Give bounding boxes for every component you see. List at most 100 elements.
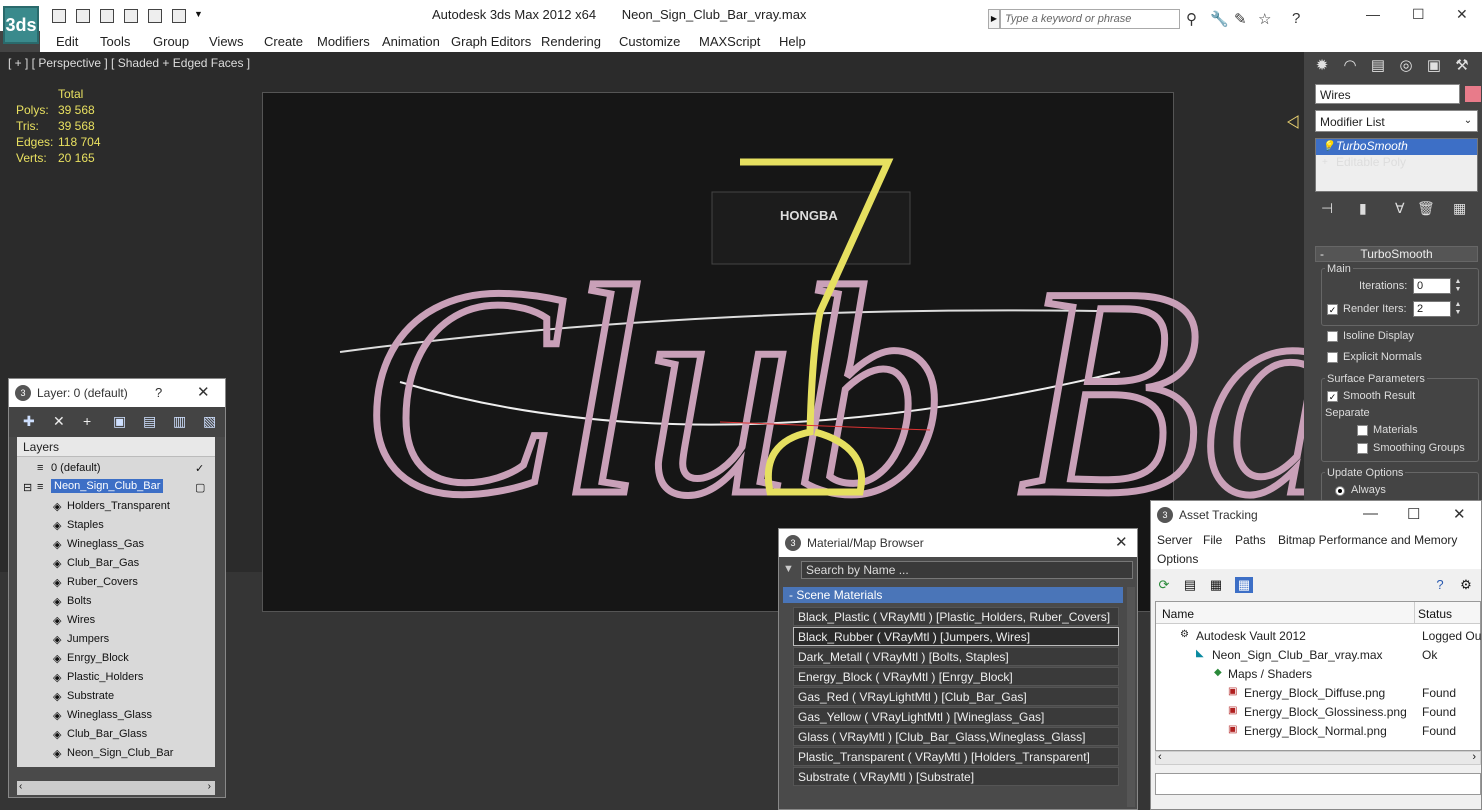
add-to-layer-icon[interactable]: + — [83, 413, 91, 429]
menu-rendering[interactable]: Rendering — [541, 34, 601, 49]
help-icon[interactable]: ? — [1292, 10, 1300, 27]
table-row[interactable]: ▣ Energy_Block_Diffuse.png Found — [1156, 683, 1482, 702]
menu-maxscript[interactable]: MAXScript — [699, 34, 760, 49]
menu-file[interactable]: File — [1203, 533, 1222, 547]
minimize-icon[interactable]: — — [1363, 505, 1378, 522]
table-row[interactable]: ▣ Energy_Block_Normal.png Found — [1156, 721, 1482, 740]
layer-row-default[interactable]: ≡ 0 (default) ✓ — [17, 459, 215, 478]
asset-path-field[interactable] — [1155, 773, 1481, 795]
horizontal-scrollbar[interactable]: ‹ › — [1155, 751, 1481, 765]
table-row[interactable]: ▣ Energy_Block_Glossiness.png Found — [1156, 702, 1482, 721]
vertical-scrollbar[interactable] — [1127, 587, 1135, 807]
project-folder-icon[interactable] — [172, 9, 186, 23]
app-logo[interactable]: 3ds — [3, 6, 39, 44]
close-icon[interactable]: ✕ — [197, 383, 210, 401]
create-tab-icon[interactable]: ✹ — [1311, 56, 1333, 78]
make-unique-icon[interactable]: ∀ — [1395, 200, 1405, 217]
pin-stack-icon[interactable]: ⊣ — [1321, 200, 1333, 217]
settings-icon[interactable]: ⚙ — [1457, 577, 1475, 593]
freeze-all-icon[interactable]: ▧ — [203, 413, 216, 430]
redo-icon[interactable] — [148, 9, 162, 23]
table-row[interactable]: ◣ Neon_Sign_Club_Bar_vray.max Ok — [1156, 645, 1482, 664]
material-browser-titlebar[interactable]: 3 Material/Map Browser ✕ — [779, 529, 1137, 557]
minimize-icon[interactable]: — — [1366, 6, 1380, 22]
help-button[interactable]: ? — [155, 385, 162, 400]
menu-views[interactable]: Views — [209, 34, 243, 49]
undo-icon[interactable] — [124, 9, 138, 23]
select-objects-icon[interactable]: ▣ — [113, 413, 126, 430]
render-iters-checkbox[interactable]: ✓ — [1327, 304, 1338, 315]
always-radio[interactable] — [1335, 486, 1345, 496]
lightbulb-icon[interactable]: 💡 — [1322, 141, 1334, 152]
layer-row-neon-sign[interactable]: ⊟ ≡ Neon_Sign_Club_Bar ▢ — [17, 478, 215, 497]
hierarchy-tab-icon[interactable]: ▤ — [1367, 56, 1389, 78]
scroll-left-icon[interactable]: ‹ — [1158, 751, 1162, 763]
menu-edit[interactable]: Edit — [56, 34, 78, 49]
menu-graph-editors[interactable]: Graph Editors — [451, 34, 531, 49]
column-header-status[interactable]: Status — [1418, 607, 1452, 621]
material-row[interactable]: Energy_Block ( VRayMtl ) [Enrgy_Block] — [793, 667, 1119, 686]
iterations-spinner-arrows[interactable]: ▲ ▼ — [1453, 278, 1463, 294]
scroll-right-icon[interactable]: › — [208, 781, 211, 792]
layers-column-header[interactable]: Layers — [17, 437, 215, 457]
utilities-tab-icon[interactable]: ⚒ — [1451, 56, 1473, 78]
scene-materials-header[interactable]: - Scene Materials — [783, 587, 1123, 603]
search-by-name-input[interactable]: Search by Name ... — [801, 561, 1133, 579]
horizontal-scrollbar[interactable]: ‹ › — [17, 781, 215, 795]
menu-server[interactable]: Server — [1157, 533, 1192, 547]
isoline-display-checkbox[interactable] — [1327, 331, 1338, 342]
render-iters-spinner[interactable]: 2 — [1413, 301, 1451, 317]
options-dropdown-icon[interactable]: ▼ — [783, 563, 794, 575]
material-row[interactable]: Dark_Metall ( VRayMtl ) [Bolts, Staples] — [793, 647, 1119, 666]
close-icon[interactable]: ✕ — [1456, 6, 1468, 23]
maximize-icon[interactable]: ☐ — [1407, 505, 1420, 523]
detail-view-icon[interactable]: ▦ — [1235, 577, 1253, 593]
quick-access-dropdown-icon[interactable]: ▼ — [194, 9, 204, 23]
smoothing-groups-checkbox[interactable] — [1357, 443, 1368, 454]
menu-options[interactable]: Options — [1157, 552, 1198, 566]
material-row[interactable]: Gas_Red ( VRayLightMtl ) [Club_Bar_Gas] — [793, 687, 1119, 706]
menu-bitmap-performance[interactable]: Bitmap Performance and Memory — [1278, 533, 1457, 547]
table-row[interactable]: ⚙ Autodesk Vault 2012 Logged Ou — [1156, 626, 1482, 645]
viewport-label[interactable]: [ + ] [ Perspective ] [ Shaded + Edged F… — [8, 56, 250, 70]
scroll-right-icon[interactable]: › — [1472, 751, 1476, 763]
display-tab-icon[interactable]: ▣ — [1423, 56, 1445, 78]
save-file-icon[interactable] — [100, 9, 114, 23]
close-icon[interactable]: ✕ — [1115, 533, 1128, 551]
list-view-icon[interactable]: ▤ — [1181, 577, 1199, 593]
remove-modifier-icon[interactable]: 🗑 — [1417, 200, 1435, 217]
refresh-icon[interactable]: ⟳ — [1155, 577, 1173, 593]
maximize-icon[interactable]: ☐ — [1412, 6, 1425, 23]
column-header-name[interactable]: Name — [1162, 607, 1194, 621]
configure-sets-icon[interactable]: ▦ — [1453, 200, 1466, 217]
render-iters-spinner-arrows[interactable]: ▲ ▼ — [1453, 301, 1463, 317]
iterations-spinner[interactable]: 0 — [1413, 278, 1451, 294]
table-row[interactable]: ◆ Maps / Shaders — [1156, 664, 1482, 683]
menu-modifiers[interactable]: Modifiers — [317, 34, 370, 49]
table-view-icon[interactable]: ▦ — [1207, 577, 1225, 593]
favorites-star-icon[interactable]: ☆ — [1258, 10, 1271, 28]
menu-paths[interactable]: Paths — [1235, 533, 1266, 547]
object-name-field[interactable]: Wires — [1315, 84, 1460, 104]
show-end-result-icon[interactable]: ▮ — [1359, 200, 1367, 217]
menu-tools[interactable]: Tools — [100, 34, 130, 49]
material-row[interactable]: Glass ( VRayMtl ) [Club_Bar_Glass,Winegl… — [793, 727, 1119, 746]
stack-item-turbosmooth[interactable]: 💡 TurboSmooth — [1316, 139, 1477, 155]
delete-layer-icon[interactable]: ✕ — [53, 413, 65, 430]
search-expand-icon[interactable]: ▶ — [988, 9, 1000, 29]
motion-tab-icon[interactable]: ◎ — [1395, 56, 1417, 78]
turbosmooth-rollout-header[interactable]: - TurboSmooth — [1315, 246, 1478, 262]
highlight-layer-icon[interactable]: ▤ — [143, 413, 156, 430]
layer-window-titlebar[interactable]: 3 Layer: 0 (default) ? ✕ — [9, 379, 225, 407]
collapse-minus-icon[interactable]: ⊟ — [23, 481, 32, 494]
menu-group[interactable]: Group — [153, 34, 189, 49]
open-file-icon[interactable] — [76, 9, 90, 23]
menu-help[interactable]: Help — [779, 34, 806, 49]
binoculars-icon[interactable]: ⚲ — [1186, 10, 1197, 28]
material-row[interactable]: Black_Plastic ( VRayMtl ) [Plastic_Holde… — [793, 607, 1119, 626]
expand-plus-icon[interactable]: + — [1322, 157, 1328, 168]
create-layer-icon[interactable]: ✚ — [23, 413, 35, 430]
help-about-icon[interactable]: ? — [1431, 577, 1449, 593]
modify-tab-icon[interactable]: ◠ — [1339, 56, 1361, 78]
new-file-icon[interactable] — [52, 9, 66, 23]
